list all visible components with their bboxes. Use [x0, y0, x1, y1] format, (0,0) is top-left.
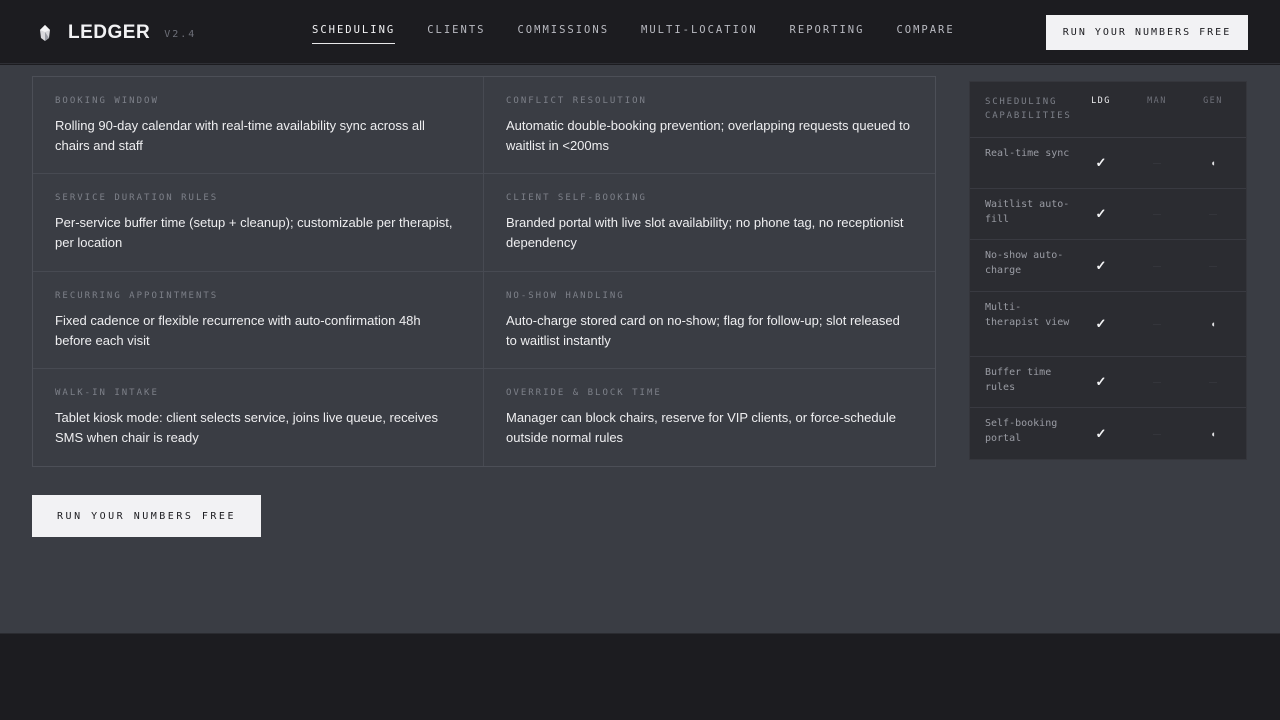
feature-label: SERVICE DURATION RULES: [55, 193, 219, 204]
feature-description: Manager can block chairs, reserve for VI…: [506, 409, 896, 445]
dash-icon: —: [1209, 209, 1217, 219]
main-content: BOOKING WINDOW Rolling 90-day calendar w…: [0, 65, 1280, 633]
feature-label: BOOKING WINDOW: [55, 96, 159, 106]
dash-icon: —: [1153, 158, 1161, 168]
dash-icon: —: [1153, 429, 1161, 438]
capability-label: Self-booking portal: [985, 418, 1058, 444]
column-header-ldg: LDG: [1091, 96, 1111, 106]
feature-cell: RECURRING APPOINTMENTS Fixed cadence or …: [33, 271, 484, 369]
nav-commissions[interactable]: COMMISSIONS: [517, 24, 609, 44]
check-icon: ✓: [1095, 316, 1107, 331]
feature-cell: OVERRIDE & BLOCK TIME Manager can block …: [484, 369, 935, 466]
feature-cell: BOOKING WINDOW Rolling 90-day calendar w…: [33, 77, 484, 175]
nav-clients[interactable]: CLIENTS: [427, 24, 485, 44]
feature-label: CLIENT SELF-BOOKING: [506, 193, 647, 204]
column-header-gen: GEN: [1203, 96, 1223, 106]
nav-multi-location[interactable]: MULTI-LOCATION: [641, 24, 758, 44]
feature-description: Rolling 90-day calendar with real-time a…: [55, 118, 425, 153]
check-icon: ✓: [1095, 257, 1107, 273]
comparison-header: SCHEDULING CAPABILITIES LDG MAN GEN: [970, 82, 1246, 138]
feature-description: Automatic double-booking prevention; ove…: [506, 118, 910, 153]
dash-icon: —: [1153, 319, 1161, 329]
feature-cell: CONFLICT RESOLUTION Automatic double-boo…: [484, 77, 935, 175]
comparison-row: Buffer time rules ✓ — —: [970, 357, 1246, 408]
feature-description: Auto-charge stored card on no-show; flag…: [506, 312, 900, 348]
comparison-row: No-show auto-charge ✓ — —: [970, 240, 1246, 292]
partial-icon: ◖: [1210, 428, 1216, 439]
check-icon: ✓: [1095, 374, 1107, 389]
feature-description: Per-service buffer time (setup + cleanup…: [55, 215, 453, 251]
feature-cell: NO-SHOW HANDLING Auto-charge stored card…: [484, 272, 935, 369]
feature-description: Tablet kiosk mode: client selects servic…: [55, 409, 438, 445]
partial-icon: ◖: [1210, 319, 1216, 329]
logo[interactable]: LEDGER V2.4: [38, 22, 196, 44]
comparison-table: SCHEDULING CAPABILITIES LDG MAN GEN Real…: [969, 81, 1247, 460]
capability-label: Buffer time rules: [985, 367, 1052, 393]
comparison-row: Multi-therapist view ✓ — ◖: [970, 292, 1246, 357]
feature-label: RECURRING APPOINTMENTS: [55, 290, 219, 301]
comparison-row: Real-time sync ✓ — ◖: [970, 138, 1246, 189]
dash-icon: —: [1209, 377, 1217, 387]
dash-icon: —: [1153, 209, 1161, 219]
check-icon: ✓: [1095, 425, 1107, 441]
dash-icon: —: [1153, 261, 1161, 270]
feature-label: NO-SHOW HANDLING: [506, 290, 625, 301]
comparison-row: Waitlist auto-fill ✓ — —: [970, 189, 1246, 240]
comparison-title: SCHEDULING CAPABILITIES: [985, 97, 1072, 121]
feature-label: CONFLICT RESOLUTION: [506, 96, 647, 106]
capability-label: No-show auto-charge: [985, 250, 1064, 276]
capability-label: Waitlist auto-fill: [985, 199, 1070, 225]
nav-scheduling[interactable]: SCHEDULING: [312, 24, 396, 44]
feature-label: WALK-IN INTAKE: [55, 387, 159, 398]
brand-name: LEDGER: [68, 22, 151, 43]
capability-label: Multi-therapist view: [985, 302, 1070, 328]
feature-cell: WALK-IN INTAKE Tablet kiosk mode: client…: [33, 368, 484, 466]
nav-compare[interactable]: COMPARE: [896, 24, 954, 44]
footer: [0, 633, 1280, 720]
feature-label: OVERRIDE & BLOCK TIME: [506, 387, 662, 398]
check-icon: ✓: [1095, 206, 1107, 221]
feature-cell: SERVICE DURATION RULES Per-service buffe…: [33, 174, 484, 272]
comparison-row: Self-booking portal ✓ — ◖: [970, 408, 1246, 459]
feature-description: Branded portal with live slot availabili…: [506, 215, 904, 251]
top-nav-bar: LEDGER V2.4 SCHEDULING CLIENTS COMMISSIO…: [0, 0, 1280, 64]
dash-icon: —: [1209, 261, 1217, 270]
main-nav: SCHEDULING CLIENTS COMMISSIONS MULTI-LOC…: [312, 24, 987, 44]
feature-description: Fixed cadence or flexible recurrence wit…: [55, 312, 421, 348]
nav-reporting[interactable]: REPORTING: [790, 24, 865, 44]
check-icon: ✓: [1095, 155, 1107, 170]
run-numbers-button[interactable]: RUN YOUR NUMBERS FREE: [32, 495, 261, 537]
version-label: V2.4: [164, 28, 197, 40]
dash-icon: —: [1153, 377, 1161, 387]
feature-cell: CLIENT SELF-BOOKING Branded portal with …: [484, 174, 935, 272]
column-header-man: MAN: [1147, 96, 1167, 106]
partial-icon: ◖: [1210, 158, 1216, 168]
feature-grid: BOOKING WINDOW Rolling 90-day calendar w…: [32, 76, 936, 467]
capability-label: Real-time sync: [985, 148, 1070, 159]
run-numbers-button-header[interactable]: RUN YOUR NUMBERS FREE: [1046, 15, 1248, 50]
brand-gem-icon: [40, 25, 50, 41]
